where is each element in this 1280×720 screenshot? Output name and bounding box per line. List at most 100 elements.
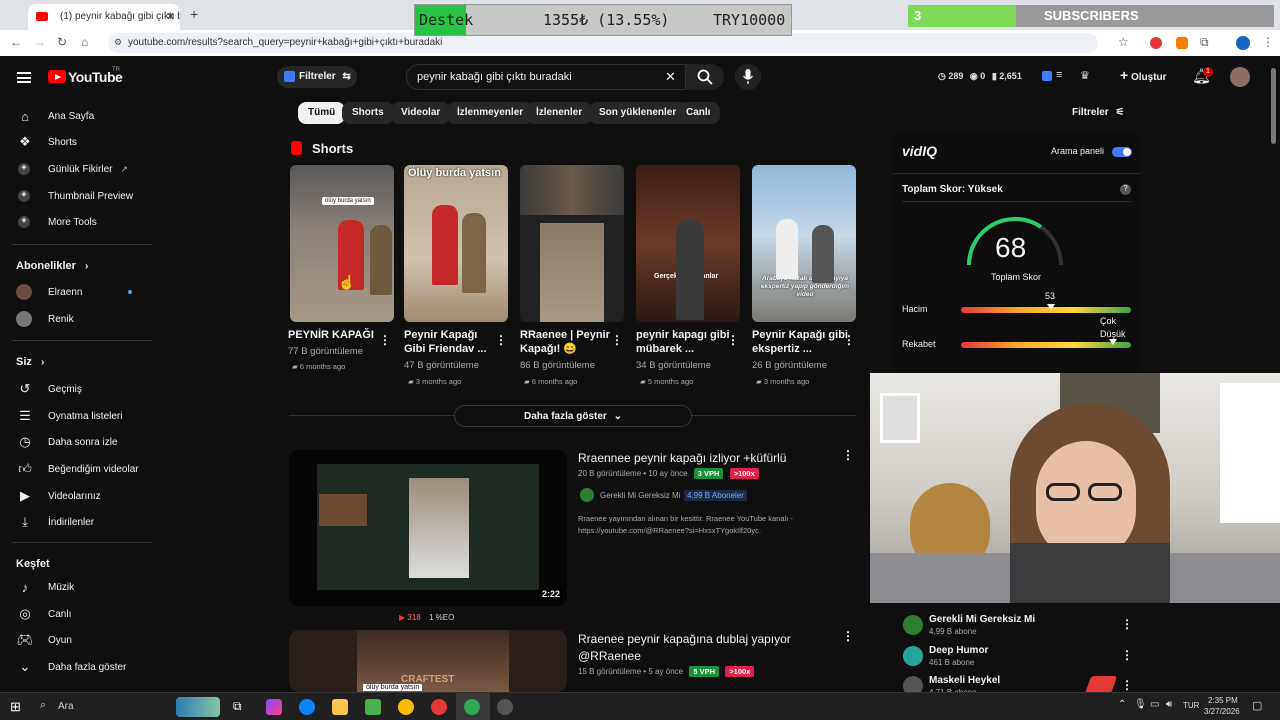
- page-scrollbar[interactable]: [1271, 68, 1276, 144]
- chip-shorts[interactable]: Shorts: [342, 102, 394, 124]
- chip-videos[interactable]: Videolar: [391, 102, 451, 124]
- create-button[interactable]: + Oluştur: [1120, 67, 1167, 83]
- sidebar-item-history[interactable]: ↺ Geçmiş: [16, 379, 82, 399]
- channel-name[interactable]: Maskeli Heykel: [929, 675, 1000, 686]
- tray-chevron-icon[interactable]: ⌃: [1118, 699, 1126, 710]
- chip-unwatched[interactable]: İzlenmeyenler: [447, 102, 534, 124]
- back-icon[interactable]: ←: [10, 35, 22, 49]
- more-options-icon[interactable]: ⋮: [1121, 617, 1133, 631]
- more-options-icon[interactable]: ⋮: [843, 333, 855, 347]
- channel-name[interactable]: Gerekli Mi Gereksiz Mi: [929, 614, 1035, 625]
- network-icon[interactable]: ▭: [1150, 699, 1159, 710]
- sidebar-item-more-tools[interactable]: ◈ More Tools: [18, 212, 97, 232]
- short-title[interactable]: PEYNİR KAPAĞI: [288, 328, 384, 342]
- sidebar-item-gaming[interactable]: 🎮︎ Oyun: [16, 630, 72, 650]
- sidebar-item-your-videos[interactable]: ▶ Videolarınız: [16, 486, 101, 506]
- chip-all[interactable]: Tümü: [298, 102, 346, 124]
- copilot-icon[interactable]: [266, 699, 282, 715]
- clear-search-icon[interactable]: ✕: [665, 69, 676, 85]
- trophy-icon[interactable]: ♛: [1080, 69, 1090, 82]
- more-options-icon[interactable]: ⋮: [727, 333, 739, 347]
- windows-start-icon[interactable]: ⊞: [10, 699, 21, 715]
- menu-icon[interactable]: [17, 72, 31, 83]
- notification-center-icon[interactable]: ▢: [1252, 699, 1262, 712]
- filters-button[interactable]: Filtreler ⚟: [1072, 107, 1124, 118]
- sidebar-item-downloads[interactable]: ⤓ İndirilenler: [16, 512, 94, 532]
- subscriptions-heading[interactable]: Abonelikler ›: [16, 260, 88, 272]
- more-options-icon[interactable]: ⋮: [1121, 648, 1133, 662]
- home-browser-icon[interactable]: ⌂: [81, 35, 88, 49]
- sidebar-item-show-more[interactable]: ⌄ Daha fazla göster: [16, 657, 127, 677]
- video-title[interactable]: Rraenee peynir kapağına dublaj yapıyor @…: [578, 631, 798, 665]
- vidiq-filter-button[interactable]: Filtreler ⇆: [277, 66, 357, 88]
- channel-name[interactable]: Deep Humor: [929, 645, 988, 656]
- short-thumbnail[interactable]: ölüy burda yatsın: [290, 165, 394, 322]
- language-indicator[interactable]: TUR: [1183, 701, 1199, 710]
- list-icon[interactable]: ≡: [1056, 69, 1062, 81]
- youtube-logo-icon[interactable]: [48, 70, 66, 83]
- video-thumbnail[interactable]: 2:22: [289, 450, 567, 606]
- site-info-icon[interactable]: ⚙: [114, 37, 122, 48]
- account-avatar[interactable]: [1230, 67, 1250, 87]
- channel-avatar[interactable]: [903, 646, 923, 666]
- vidiq-logo-icon[interactable]: [1042, 71, 1052, 81]
- short-title[interactable]: Peynir Kapağı Gibi Friendav ...: [404, 328, 500, 356]
- short-title[interactable]: Peynir Kapağı gibi ekspertiz ...: [752, 328, 848, 356]
- chrome-icon[interactable]: [398, 699, 414, 715]
- more-options-icon[interactable]: ⋮: [611, 333, 623, 347]
- video-title[interactable]: Rraennee peynir kapağı izliyor +küfürlü: [578, 450, 786, 467]
- clock-time[interactable]: 2:35 PM: [1208, 696, 1238, 705]
- short-title[interactable]: peynir kapagı gibi mübarek ...: [636, 328, 732, 356]
- close-tab-icon[interactable]: ✕: [166, 10, 175, 23]
- clock-date[interactable]: 3/27/2026: [1204, 707, 1240, 716]
- sidebar-item-playlists[interactable]: ☰ Oynatma listeleri: [16, 406, 122, 426]
- bookmark-star-icon[interactable]: ☆: [1118, 35, 1129, 49]
- sidebar-item-live[interactable]: ◎ Canlı: [16, 604, 71, 624]
- sidebar-item-shorts[interactable]: ❖ Shorts: [16, 132, 77, 152]
- sidebar-item-daily-ideas[interactable]: ◈ Günlük Fikirler ↗: [18, 159, 128, 179]
- sidebar-item-elraenn[interactable]: Elraenn: [16, 282, 132, 302]
- extension-adblock-icon[interactable]: [1150, 37, 1162, 49]
- profile-avatar-icon[interactable]: [1236, 36, 1250, 50]
- store-icon[interactable]: [365, 699, 381, 715]
- more-options-icon[interactable]: ⋮: [842, 629, 854, 643]
- help-icon[interactable]: ?: [1120, 184, 1131, 195]
- search-panel-toggle[interactable]: [1112, 147, 1132, 157]
- edge-icon[interactable]: [299, 699, 315, 715]
- show-more-shorts-button[interactable]: Daha fazla göster ⌄: [454, 405, 692, 427]
- video-thumbnail[interactable]: CRAFTEST ölüy burda yatsın: [289, 630, 567, 692]
- short-thumbnail[interactable]: [520, 165, 624, 322]
- search-button[interactable]: [686, 64, 724, 90]
- taskbar-search-text[interactable]: Ara: [58, 701, 74, 712]
- more-options-icon[interactable]: ⋮: [379, 333, 391, 347]
- chip-live[interactable]: Canlı: [676, 102, 721, 124]
- more-options-icon[interactable]: ⋮: [495, 333, 507, 347]
- more-options-icon[interactable]: ⋮: [1121, 678, 1133, 692]
- new-tab-icon[interactable]: +: [190, 6, 198, 22]
- short-title[interactable]: RRaenee | Peynir Kapağı! 😄: [520, 328, 616, 356]
- sidebar-item-home[interactable]: ⌂ Ana Sayfa: [16, 106, 94, 126]
- channel-avatar[interactable]: [580, 488, 594, 502]
- short-thumbnail[interactable]: Arabaya kazalı diyen dayıya ekspertiz ya…: [752, 165, 856, 322]
- channel-name[interactable]: Gerekli Mi Gereksiz Mi: [600, 491, 680, 500]
- taskbar-search-icon[interactable]: ⌕: [40, 699, 46, 712]
- extension-metamask-icon[interactable]: [1176, 37, 1188, 49]
- volume-icon[interactable]: 🔊︎: [1166, 699, 1172, 710]
- sidebar-item-liked-videos[interactable]: 👍︎ Beğendiğim videolar: [16, 459, 138, 479]
- task-view-icon[interactable]: ⧉: [233, 699, 242, 714]
- chrome-active-icon[interactable]: [464, 699, 480, 715]
- search-input[interactable]: peynir kabağı gibi çıktı buradaki ✕: [406, 64, 686, 90]
- opera-icon[interactable]: [431, 699, 447, 715]
- short-thumbnail[interactable]: Ölüy burda yatsın: [404, 165, 508, 322]
- url-field[interactable]: ⚙ youtube.com/results?search_query=peyni…: [108, 33, 1098, 53]
- chip-watched[interactable]: İzlenenler: [526, 102, 593, 124]
- sidebar-item-music[interactable]: ♪ Müzik: [16, 577, 74, 597]
- sidebar-item-watch-later[interactable]: ◷ Daha sonra izle: [16, 432, 117, 452]
- short-thumbnail[interactable]: Gerçekte Romanlar: [636, 165, 740, 322]
- file-explorer-icon[interactable]: [332, 699, 348, 715]
- obs-icon[interactable]: [497, 699, 513, 715]
- chip-recently-uploaded[interactable]: Son yüklenenler: [589, 102, 687, 124]
- extensions-puzzle-icon[interactable]: ⧉: [1200, 35, 1209, 50]
- forward-icon[interactable]: →: [34, 35, 46, 49]
- microphone-tray-icon[interactable]: 🎙︎: [1134, 699, 1147, 710]
